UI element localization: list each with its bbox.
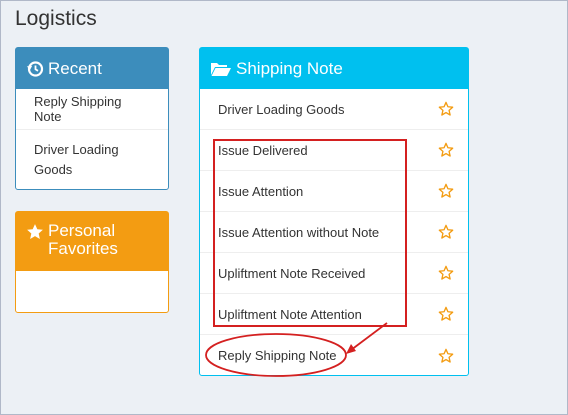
folder-open-icon	[210, 60, 232, 78]
recent-header: Recent	[16, 48, 168, 89]
favorite-star-icon[interactable]	[438, 183, 454, 199]
favorite-star-icon[interactable]	[438, 142, 454, 158]
shipping-note-item-label: Reply Shipping Note	[218, 348, 337, 363]
shipping-note-item-label: Driver Loading Goods	[218, 101, 345, 117]
star-icon	[26, 223, 44, 241]
favorites-title: Personal Favorites	[48, 221, 118, 258]
shipping-note-item-label: Issue Attention	[218, 183, 304, 199]
favorites-panel: Personal Favorites	[15, 211, 169, 313]
shipping-note-item[interactable]: Issue Attention	[200, 171, 468, 212]
shipping-note-item[interactable]: Issue Delivered	[200, 130, 468, 171]
recent-item-label: Reply Shipping Note	[34, 94, 122, 124]
page-title: Logistics	[15, 7, 97, 30]
shipping-note-item-label: Issue Attention without Note	[218, 224, 380, 240]
recent-title: Recent	[48, 58, 102, 78]
shipping-note-item[interactable]: Reply Shipping Note	[200, 335, 468, 376]
history-icon	[26, 60, 44, 78]
favorites-header: Personal Favorites	[16, 212, 168, 271]
recent-panel: Recent Reply Shipping Note Driver Loadin…	[15, 47, 169, 190]
recent-item[interactable]: Reply Shipping Note	[16, 89, 168, 130]
shipping-note-item-label: Issue Delivered	[218, 142, 308, 158]
shipping-note-title: Shipping Note	[236, 58, 343, 78]
recent-item[interactable]: Driver Loading Goods	[16, 130, 168, 189]
favorite-star-icon[interactable]	[438, 101, 454, 117]
shipping-note-item-label: Upliftment Note Received	[218, 265, 366, 281]
shipping-note-item[interactable]: Driver Loading Goods	[200, 89, 468, 130]
favorite-star-icon[interactable]	[438, 265, 454, 281]
shipping-note-header: Shipping Note	[200, 48, 468, 89]
favorite-star-icon[interactable]	[438, 306, 454, 322]
shipping-note-item[interactable]: Upliftment Note Attention	[200, 294, 468, 335]
favorite-star-icon[interactable]	[438, 224, 454, 240]
shipping-note-item[interactable]: Issue Attention without Note	[200, 212, 468, 253]
shipping-note-item-label: Upliftment Note Attention	[218, 306, 362, 322]
favorite-star-icon[interactable]	[438, 348, 454, 364]
shipping-note-panel: Shipping Note Driver Loading Goods Issue …	[199, 47, 469, 376]
shipping-note-item[interactable]: Upliftment Note Received	[200, 253, 468, 294]
recent-item-label: Driver Loading Goods	[34, 141, 119, 177]
